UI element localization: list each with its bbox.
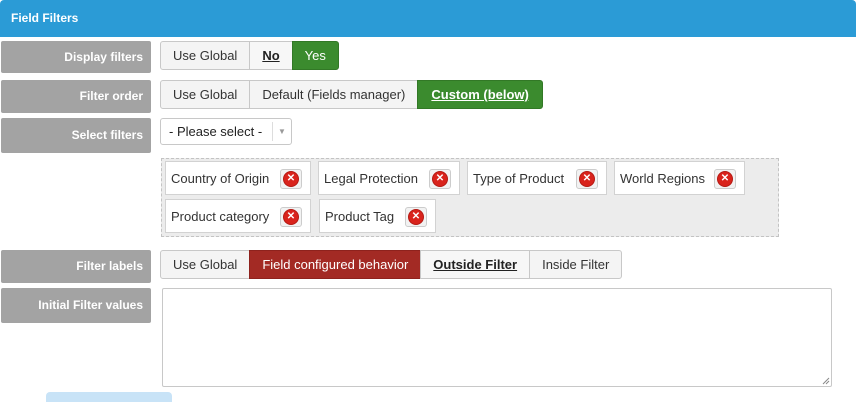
caret-down-icon: ▼ <box>272 122 291 141</box>
display-filters-use-global-button[interactable]: Use Global <box>160 41 251 70</box>
panel-header: Field Filters <box>0 0 856 37</box>
filter-labels-outside-button[interactable]: Outside Filter <box>420 250 531 279</box>
filter-order-toggle: Use Global Default (Fields manager) Cust… <box>160 80 543 109</box>
display-filters-no-button[interactable]: No <box>249 41 293 70</box>
remove-filter-button[interactable]: ✕ <box>429 169 451 189</box>
remove-filter-button[interactable]: ✕ <box>280 207 302 227</box>
remove-filter-button[interactable]: ✕ <box>405 207 427 227</box>
bottom-action-button[interactable] <box>46 392 172 402</box>
remove-circle-icon: ✕ <box>409 210 423 224</box>
remove-filter-button[interactable]: ✕ <box>280 169 302 189</box>
filter-labels-toggle: Use Global Field configured behavior Out… <box>160 250 623 279</box>
filter-order-custom-button[interactable]: Custom (below) <box>417 80 543 109</box>
resize-grip-icon[interactable] <box>822 377 830 385</box>
filter-chip-label: Type of Product <box>473 170 565 186</box>
selected-filters-list: Country of Origin ✕ Legal Protection ✕ T… <box>161 158 779 237</box>
select-filters-dropdown[interactable]: - Please select - ▼ <box>160 118 292 145</box>
filter-chip-label: Product category <box>171 208 270 224</box>
display-filters-label: Display filters <box>1 41 151 73</box>
display-filters-yes-button[interactable]: Yes <box>291 41 339 70</box>
filter-order-use-global-button[interactable]: Use Global <box>160 80 251 109</box>
filter-chip: Product Tag ✕ <box>319 199 436 233</box>
remove-filter-button[interactable]: ✕ <box>576 169 598 189</box>
filter-order-label: Filter order <box>1 80 151 113</box>
select-filters-value: - Please select - <box>169 124 263 139</box>
filter-chip: Product category ✕ <box>165 199 311 233</box>
initial-filter-values-label: Initial Filter values <box>1 288 151 323</box>
initial-filter-values-textarea[interactable] <box>162 288 832 387</box>
filter-labels-label: Filter labels <box>1 250 151 283</box>
filter-chip-label: World Regions <box>620 170 706 186</box>
remove-circle-icon: ✕ <box>580 172 594 186</box>
remove-circle-icon: ✕ <box>284 210 298 224</box>
filter-chip-label: Product Tag <box>325 208 395 224</box>
filter-chip: Legal Protection ✕ <box>318 161 460 195</box>
panel-title: Field Filters <box>11 11 79 25</box>
filter-labels-inside-button[interactable]: Inside Filter <box>529 250 623 279</box>
filter-chip: Country of Origin ✕ <box>165 161 311 195</box>
remove-circle-icon: ✕ <box>284 172 298 186</box>
filter-chip: Type of Product ✕ <box>467 161 607 195</box>
select-filters-label: Select filters <box>1 118 151 153</box>
filter-labels-field-configured-button[interactable]: Field configured behavior <box>249 250 422 279</box>
filter-chip: World Regions ✕ <box>614 161 745 195</box>
filter-chip-label: Country of Origin <box>171 170 270 186</box>
filter-labels-use-global-button[interactable]: Use Global <box>160 250 251 279</box>
filter-chip-label: Legal Protection <box>324 170 418 186</box>
remove-filter-button[interactable]: ✕ <box>714 169 736 189</box>
remove-circle-icon: ✕ <box>433 172 447 186</box>
remove-circle-icon: ✕ <box>718 172 732 186</box>
filter-order-default-button[interactable]: Default (Fields manager) <box>249 80 419 109</box>
display-filters-toggle: Use Global No Yes <box>160 41 339 70</box>
